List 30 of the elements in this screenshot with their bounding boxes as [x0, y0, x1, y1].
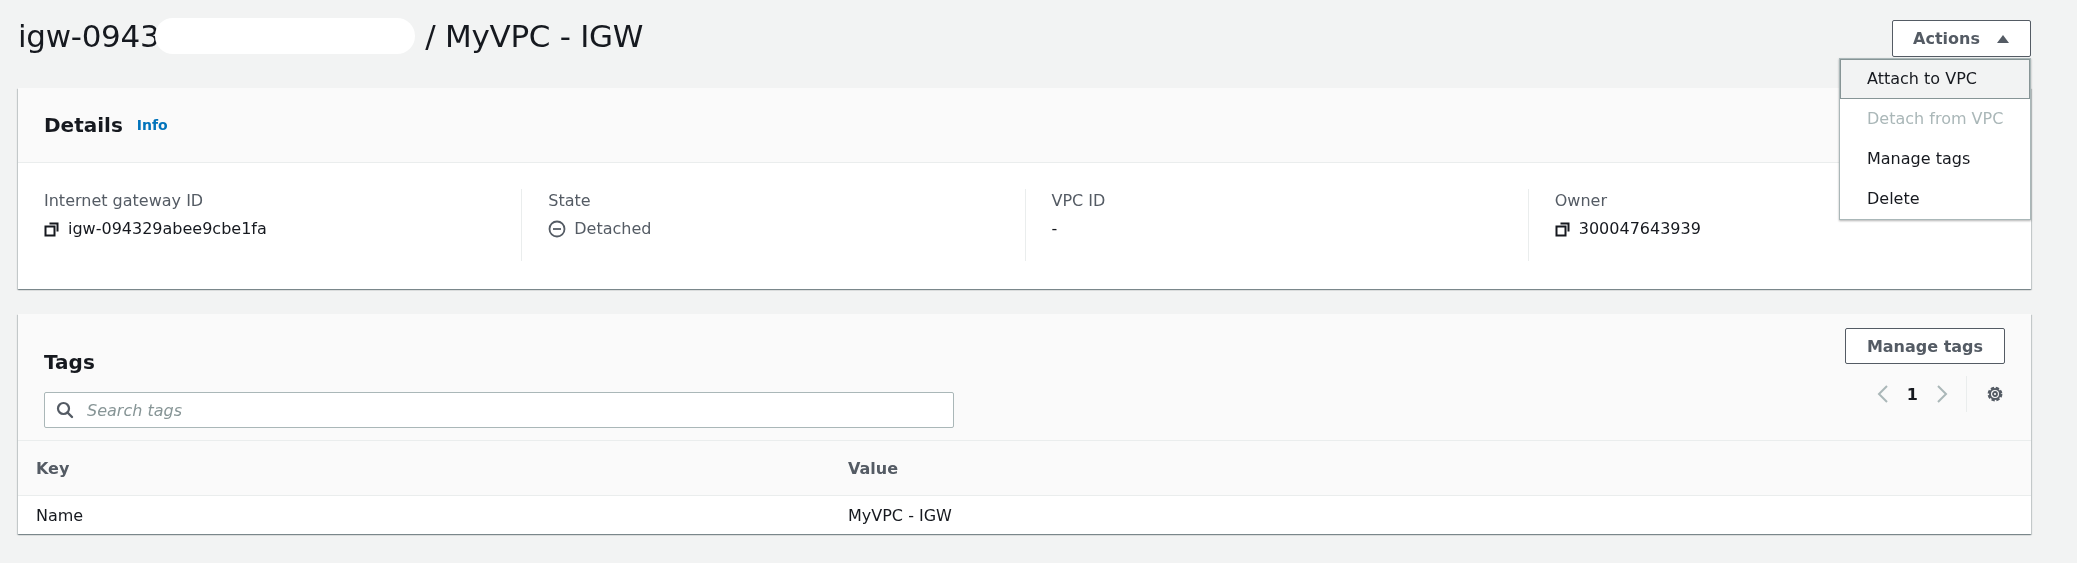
actions-button[interactable]: Actions [1892, 20, 2031, 57]
column-header: Key [35, 457, 70, 480]
field-label: Internet gateway ID [44, 191, 204, 210]
field-label: State [548, 191, 591, 210]
field-label: VPC ID [1051, 191, 1106, 210]
field-label: Owner [1554, 191, 1607, 210]
column-header: Value [847, 457, 899, 480]
page-title: / MyVPC - IGW [425, 18, 644, 54]
table-cell-text: Name [35, 505, 84, 525]
search-icon [56, 401, 74, 419]
info-link[interactable]: Info [136, 117, 168, 133]
menu-item[interactable]: Attach to VPC [1840, 59, 2030, 99]
field-value: 300047643939 [1578, 219, 1701, 238]
page-title: igw-0943 [18, 18, 160, 54]
search-field[interactable]: Search tags [44, 392, 954, 428]
menu-item[interactable]: Manage tags [1840, 139, 2030, 179]
settings-icon[interactable] [1985, 384, 2005, 404]
field-value: igw-094329abee9cbe1fa [68, 219, 267, 238]
status-value: Detached [574, 219, 652, 238]
copy-icon[interactable] [1554, 220, 1571, 237]
field-value: - [1051, 219, 1058, 238]
caret-icon [1995, 33, 2010, 44]
section-title: Details [44, 113, 123, 137]
menu-item[interactable]: Delete [1840, 179, 2030, 219]
manage-tags-button[interactable]: Manage tags [1845, 328, 2005, 364]
page-number[interactable]: 1 [1906, 384, 1918, 404]
copy-icon[interactable] [44, 220, 60, 237]
table-cell-text: MyVPC - IGW [847, 505, 952, 525]
section-title: Tags [44, 350, 96, 374]
minus-circle-icon [548, 219, 567, 238]
